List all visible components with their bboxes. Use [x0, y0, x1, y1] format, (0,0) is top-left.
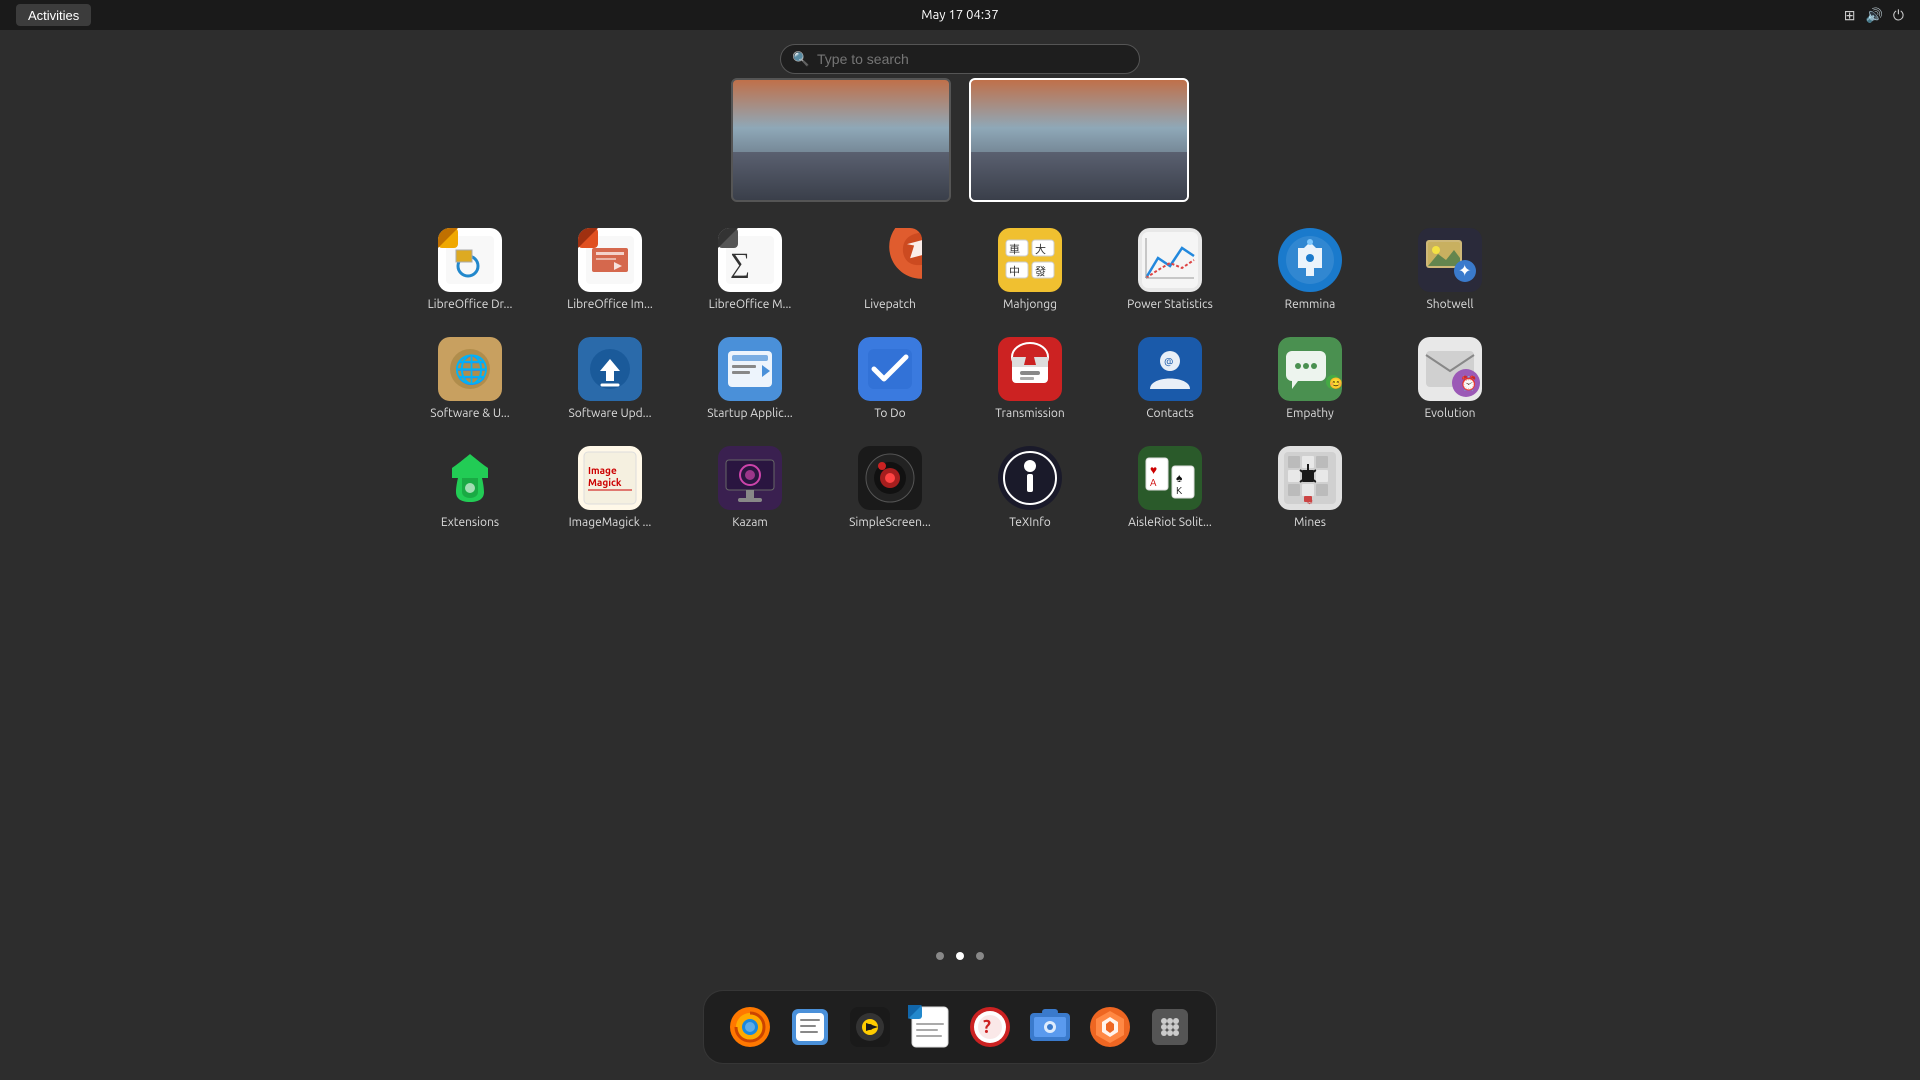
topbar: Activities May 17 04:37 ⊞ 🔊 ⏻	[0, 0, 1920, 30]
svg-text:🌐: 🌐	[454, 353, 489, 386]
app-softwareu-label: Software & U...	[430, 407, 509, 420]
app-kazam[interactable]: Kazam	[685, 438, 815, 537]
svg-text:♠: ♠	[1176, 472, 1183, 485]
svg-text:中: 中	[1009, 265, 1020, 278]
search-input[interactable]	[780, 44, 1140, 74]
page-dot-3[interactable]	[976, 952, 984, 960]
app-shotwell-label: Shotwell	[1426, 298, 1473, 311]
app-softwareupdater-label: Software Upd...	[568, 407, 651, 420]
dock-brave[interactable]	[1084, 1001, 1136, 1053]
svg-text:✦: ✦	[1458, 262, 1471, 280]
app-grid: LibreOffice Dr... LibreOffice Im...	[400, 220, 1520, 537]
svg-text:😊: 😊	[1329, 377, 1342, 390]
dock: ?	[703, 990, 1217, 1064]
dock-show-applications[interactable]	[1144, 1001, 1196, 1053]
app-transmission[interactable]: Transmission	[965, 329, 1095, 428]
app-empathy[interactable]: 😊 Empathy	[1245, 329, 1375, 428]
svg-text:Image: Image	[588, 465, 617, 476]
app-simplescreenrecorder[interactable]: SimpleScreen...	[825, 438, 955, 537]
dock-writer[interactable]	[904, 1001, 956, 1053]
app-simplescreenrecorder-label: SimpleScreen...	[849, 516, 931, 529]
dock-notes[interactable]	[784, 1001, 836, 1053]
dock-screenshot[interactable]	[1024, 1001, 1076, 1053]
volume-icon[interactable]: 🔊	[1865, 7, 1882, 24]
page-dots	[936, 952, 984, 960]
app-mahjongg[interactable]: 車 大 中 發 Mahjongg	[965, 220, 1095, 319]
app-empathy-label: Empathy	[1286, 407, 1334, 420]
app-mines-label: Mines	[1294, 516, 1326, 529]
app-texinfo[interactable]: TeXInfo	[965, 438, 1095, 537]
workspace-2[interactable]	[969, 78, 1189, 202]
app-kazam-label: Kazam	[732, 516, 767, 529]
app-mahjongg-label: Mahjongg	[1003, 298, 1057, 311]
app-evolution[interactable]: ⏰ Evolution	[1385, 329, 1515, 428]
activities-button[interactable]: Activities	[16, 4, 91, 26]
app-aisleriot-label: AisleRiot Solit...	[1128, 516, 1212, 529]
app-todo[interactable]: To Do	[825, 329, 955, 428]
app-lomath-label: LibreOffice M...	[709, 298, 792, 311]
page-dot-2[interactable]	[956, 952, 964, 960]
network-icon[interactable]: ⊞	[1844, 7, 1856, 24]
app-loimpress-label: LibreOffice Im...	[567, 298, 653, 311]
app-lodraw[interactable]: LibreOffice Dr...	[405, 220, 535, 319]
system-icons: ⊞ 🔊 ⏻	[1844, 7, 1904, 24]
app-lodraw-label: LibreOffice Dr...	[428, 298, 513, 311]
app-evolution-label: Evolution	[1425, 407, 1476, 420]
app-shotwell[interactable]: ✦ Shotwell	[1385, 220, 1515, 319]
svg-text:發: 發	[1035, 264, 1046, 278]
svg-text:∑: ∑	[730, 248, 750, 279]
search-container: 🔍	[780, 44, 1140, 74]
app-startup[interactable]: Startup Applic...	[685, 329, 815, 428]
svg-text:大: 大	[1035, 242, 1046, 256]
svg-text:K: K	[1176, 485, 1182, 496]
app-mines[interactable]: ⚙ Mines	[1245, 438, 1375, 537]
app-extensions-label: Extensions	[441, 516, 499, 529]
app-imagemagick[interactable]: Image Magick ImageMagick ...	[545, 438, 675, 537]
app-transmission-label: Transmission	[995, 407, 1065, 420]
app-extensions[interactable]: Extensions	[405, 438, 535, 537]
app-contacts-label: Contacts	[1146, 407, 1194, 420]
svg-text:⚙: ⚙	[1306, 497, 1313, 506]
app-startup-label: Startup Applic...	[707, 407, 793, 420]
app-softwareu[interactable]: 🌐 Software & U...	[405, 329, 535, 428]
app-powerstats-label: Power Statistics	[1127, 298, 1213, 311]
workspaces	[731, 78, 1189, 202]
app-loimpress[interactable]: LibreOffice Im...	[545, 220, 675, 319]
power-icon[interactable]: ⏻	[1893, 7, 1904, 24]
dock-rhythmbox[interactable]	[844, 1001, 896, 1053]
app-livepatch-label: Livepatch	[864, 298, 916, 311]
svg-text:?: ?	[983, 1017, 991, 1037]
app-aisleriot[interactable]: ♥ A ♠ K AisleRiot Solit...	[1105, 438, 1235, 537]
app-softwareupdater[interactable]: Software Upd...	[545, 329, 675, 428]
app-todo-label: To Do	[874, 407, 905, 420]
svg-text:@: @	[1164, 356, 1173, 367]
clock: May 17 04:37	[921, 8, 998, 22]
svg-text:⏰: ⏰	[1460, 374, 1477, 392]
svg-text:A: A	[1150, 477, 1157, 488]
app-remmina-label: Remmina	[1285, 298, 1336, 311]
dock-firefox[interactable]	[724, 1001, 776, 1053]
search-icon: 🔍	[792, 51, 809, 68]
workspace-1[interactable]	[731, 78, 951, 202]
app-imagemagick-label: ImageMagick ...	[569, 516, 652, 529]
app-texinfo-label: TeXInfo	[1009, 516, 1051, 529]
svg-text:Magick: Magick	[588, 477, 622, 488]
app-contacts[interactable]: @ Contacts	[1105, 329, 1235, 428]
svg-text:車: 車	[1009, 242, 1020, 256]
dock-help[interactable]: ?	[964, 1001, 1016, 1053]
svg-text:♥: ♥	[1150, 464, 1157, 477]
app-livepatch[interactable]: Livepatch	[825, 220, 955, 319]
app-powerstats[interactable]: Power Statistics	[1105, 220, 1235, 319]
app-lomath[interactable]: ∑ LibreOffice M...	[685, 220, 815, 319]
page-dot-1[interactable]	[936, 952, 944, 960]
app-remmina[interactable]: Remmina	[1245, 220, 1375, 319]
